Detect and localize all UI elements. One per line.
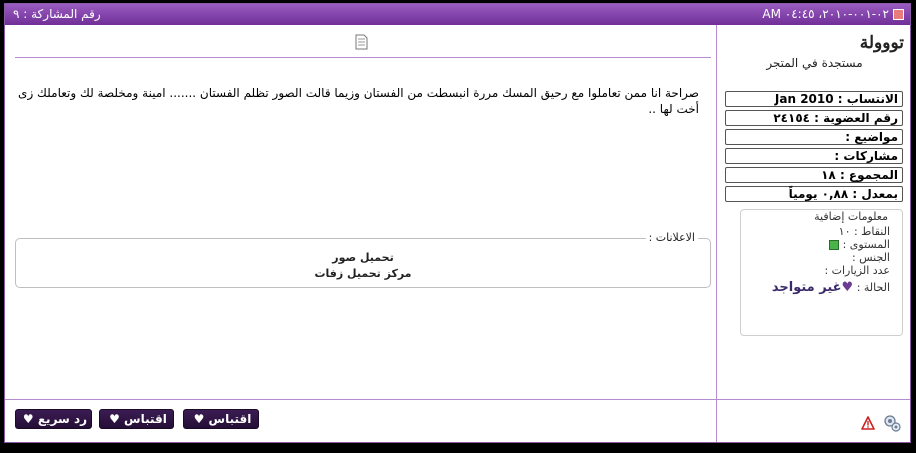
user-info-panel: تووولة مستجدة في المتجر الانتساب : Jan 2… xyxy=(717,25,910,400)
post-container: ٠٢-٠٠١-٢٠١٠، ٠٤:٤٥ AM رقم المشاركة : ٩ ت… xyxy=(4,3,911,443)
extra-info-box: معلومات إضافية النقاط : ١٠ المستوى : الج… xyxy=(740,209,903,336)
quick-reply-label: رد سريع xyxy=(37,412,88,426)
heart-icon: ♥ xyxy=(22,412,34,426)
quote-button[interactable]: اقتباس ♥ xyxy=(99,409,174,429)
stat-member-id: رقم العضوية : ٢٤١٥٤ xyxy=(725,110,903,126)
points-row: النقاط : ١٠ xyxy=(838,225,890,238)
ad-link-upload-images[interactable]: تحميل صور xyxy=(16,251,710,264)
message-divider xyxy=(15,57,711,58)
stat-joined: الانتساب : Jan 2010 xyxy=(725,91,903,107)
status-row: الحالة : ♥غير متواجد xyxy=(772,280,890,295)
ads-box: الاعلانات : تحميل صور مركز تحميل زفات xyxy=(15,231,711,288)
post-datetime: ٠٢-٠٠١-٢٠١٠، ٠٤:٤٥ AM xyxy=(762,7,889,21)
message-body: صراحة انا ممن تعاملوا مع رحيق المسك مررة… xyxy=(18,86,699,116)
report-warning-icon[interactable] xyxy=(861,416,875,430)
post-header-bar: ٠٢-٠٠١-٢٠١٠، ٠٤:٤٥ AM رقم المشاركة : ٩ xyxy=(5,4,910,25)
heart-icon: ♥ xyxy=(841,280,854,295)
post-number[interactable]: رقم المشاركة : ٩ xyxy=(13,4,101,25)
user-title: مستجدة في المتجر xyxy=(766,56,863,70)
post-date-area: ٠٢-٠٠١-٢٠١٠، ٠٤:٤٥ AM xyxy=(762,4,904,25)
stat-posts: مشاركات : xyxy=(725,148,903,164)
multi-quote-button[interactable]: اقتباس ♥ xyxy=(183,409,259,429)
level-row: المستوى : xyxy=(829,238,890,251)
ads-legend: الاعلانات : xyxy=(645,231,698,244)
quick-reply-button[interactable]: رد سريع ♥ xyxy=(15,409,92,429)
multi-quote-label: اقتباس xyxy=(208,412,252,426)
stat-total: المجموع : ١٨ xyxy=(725,167,903,183)
heart-icon: ♥ xyxy=(109,412,120,426)
visits-row: عدد الزيارات : xyxy=(824,264,890,277)
document-icon xyxy=(355,34,368,50)
level-indicator-icon xyxy=(829,240,840,250)
quote-label: اقتباس xyxy=(124,412,167,426)
username[interactable]: تووولة xyxy=(860,33,904,53)
gender-row: الجنس : xyxy=(851,251,890,264)
status-label: الحالة : xyxy=(856,281,890,294)
extra-info-title: معلومات إضافية xyxy=(814,210,888,223)
level-label: المستوى : xyxy=(842,238,890,251)
heart-icon: ♥ xyxy=(193,412,205,426)
status-value: غير متواجد xyxy=(771,280,842,295)
moderation-tools-icon[interactable] xyxy=(882,413,902,433)
stat-topics: مواضيع : xyxy=(725,129,903,145)
post-icon xyxy=(893,9,904,20)
ad-link-zaffat-center[interactable]: مركز تحميل زفات xyxy=(16,267,710,280)
stat-rate: بمعدل : ٠,٨٨ يومياً xyxy=(725,186,903,202)
